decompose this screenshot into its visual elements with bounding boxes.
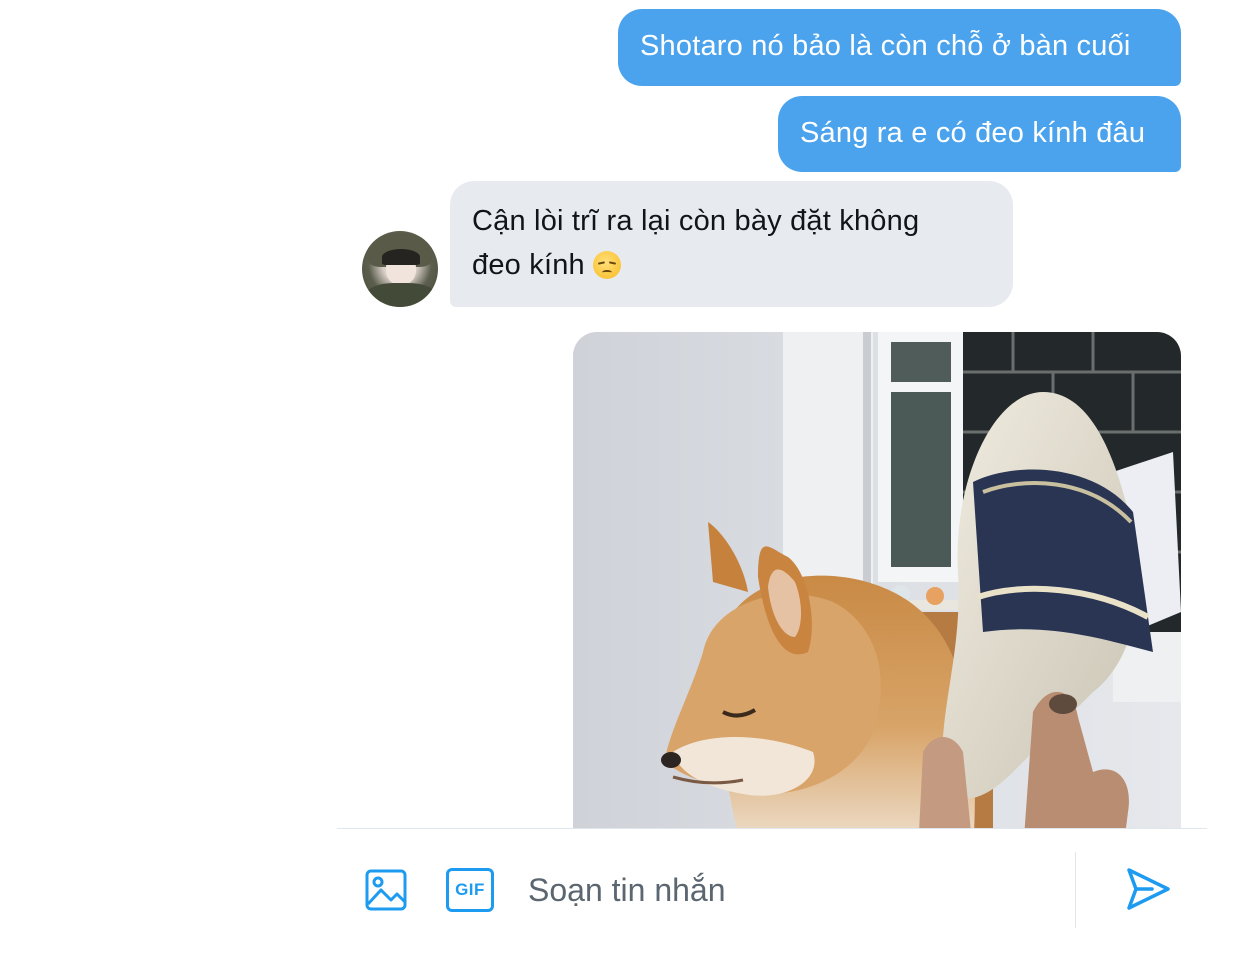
composer-separator <box>1075 852 1076 928</box>
message-text-line: đeo kính <box>472 249 585 281</box>
outgoing-message[interactable]: Shotaro nó bảo là còn chỗ ở bàn cuối <box>618 9 1181 86</box>
contact-avatar[interactable] <box>362 231 438 307</box>
incoming-message[interactable]: Cận lòi trĩ ra lại còn bày đặt không đeo… <box>450 181 1013 307</box>
message-thread: Shotaro nó bảo là còn chỗ ở bàn cuối Sán… <box>0 0 1242 828</box>
image-message[interactable] <box>573 332 1181 828</box>
message-text: Shotaro nó bảo là còn chỗ ở bàn cuối <box>640 30 1131 62</box>
send-icon[interactable] <box>1124 866 1172 912</box>
message-text: Sáng ra e có đeo kính đâu <box>800 117 1146 149</box>
gif-icon: GIF <box>446 868 494 912</box>
message-input[interactable] <box>528 864 1058 916</box>
image-icon[interactable] <box>364 868 410 912</box>
shiba-dog-slipper-photo <box>573 332 1181 828</box>
composer-divider <box>337 828 1207 829</box>
gif-button[interactable]: GIF <box>446 868 494 912</box>
message-text-line: Cận lòi trĩ ra lại còn bày đặt không <box>472 205 920 237</box>
message-composer: GIF <box>0 828 1242 963</box>
unamused-face-emoji-icon <box>593 251 622 279</box>
outgoing-message[interactable]: Sáng ra e có đeo kính đâu <box>778 96 1181 172</box>
